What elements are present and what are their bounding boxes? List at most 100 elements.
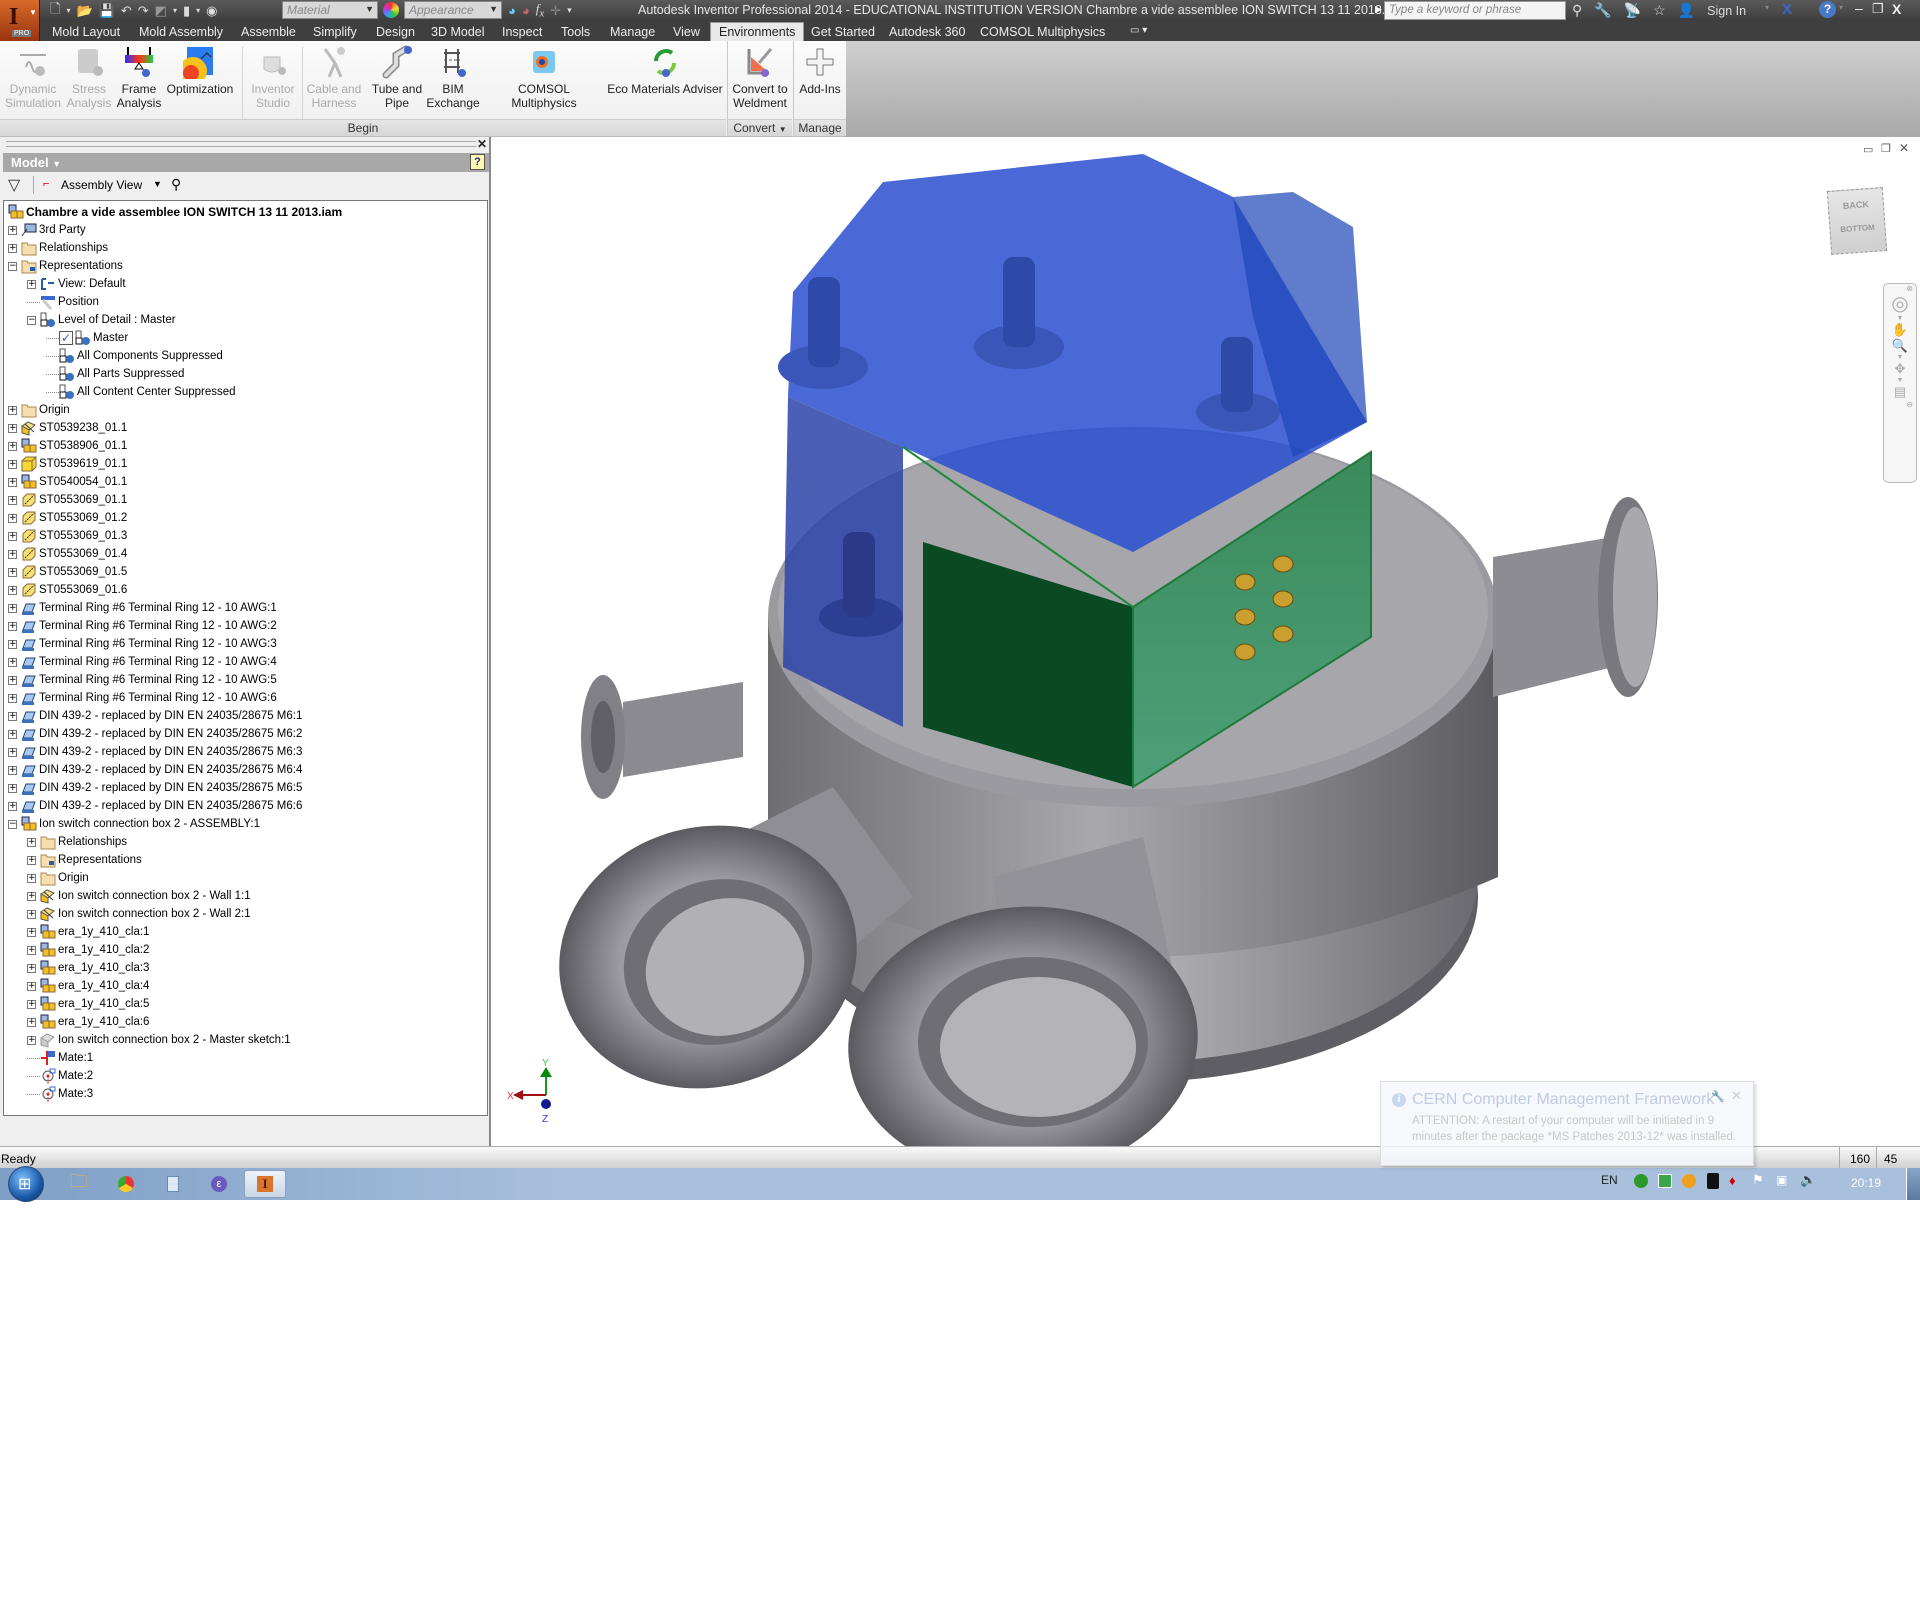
inventor-studio-button[interactable]: Inventor Studio <box>250 45 296 110</box>
tree-expand-toggle[interactable]: + <box>27 279 36 289</box>
customize-qat-icon[interactable]: ▾ <box>567 5 572 16</box>
tree-expand-toggle[interactable]: + <box>8 531 17 541</box>
communication-center-icon[interactable]: 📡 <box>1624 2 1641 19</box>
tree-expand-toggle[interactable]: + <box>8 765 17 775</box>
steering-wheel-icon[interactable]: ◎ <box>1884 293 1916 315</box>
subscription-key-icon[interactable]: 🔧 <box>1594 2 1611 19</box>
tree-item[interactable]: + Ion switch connection box 2 - Wall 2:1 <box>27 905 251 923</box>
chevron-down-icon[interactable]: ▼ <box>1884 377 1916 384</box>
tree-item[interactable]: + DIN 439-2 - replaced by DIN EN 24035/28… <box>8 743 302 761</box>
tree-expand-toggle[interactable]: + <box>8 495 17 505</box>
tree-item[interactable]: + Terminal Ring #6 Terminal Ring 12 - 10 … <box>8 617 277 635</box>
tree-expand-toggle[interactable]: + <box>27 873 36 883</box>
tree-item[interactable]: Mate:3 <box>27 1085 93 1103</box>
tab-get-started[interactable]: Get Started <box>811 23 875 41</box>
tree-expand-toggle[interactable]: + <box>8 477 17 487</box>
tree-item[interactable]: + Ion switch connection box 2 - Wall 1:1 <box>27 887 251 905</box>
chevron-down-icon[interactable]: ▾ <box>1839 3 1843 12</box>
tab-simplify[interactable]: Simplify <box>313 23 357 41</box>
tree-item[interactable]: Position <box>27 293 99 311</box>
tree-item[interactable]: + DIN 439-2 - replaced by DIN EN 24035/28… <box>8 725 302 743</box>
taskbar-emacs[interactable]: ε <box>204 1170 234 1198</box>
tree-item[interactable]: + Terminal Ring #6 Terminal Ring 12 - 10 … <box>8 635 277 653</box>
tree-expand-toggle[interactable]: + <box>27 963 36 973</box>
tab-view[interactable]: View <box>673 23 700 41</box>
ribbon-display-options-icon[interactable]: ▭ ▾ <box>1130 23 1147 41</box>
tree-item[interactable]: + View: Default <box>27 275 126 293</box>
tree-item[interactable]: +3rd Party <box>8 221 86 239</box>
tree-expand-toggle[interactable]: + <box>8 549 17 559</box>
cable-harness-button[interactable]: Cable and Harness <box>306 45 362 110</box>
close-window-icon[interactable]: X <box>1892 1 1901 17</box>
tree-item[interactable]: + DIN 439-2 - replaced by DIN EN 24035/28… <box>8 707 302 725</box>
restore-icon[interactable]: ❐ <box>1872 1 1884 17</box>
tree-expand-toggle[interactable]: + <box>8 405 17 415</box>
appearance-dropdown[interactable]: Appearance ▼ <box>404 1 502 19</box>
3d-model-render[interactable]: Y X Z <box>493 137 1920 1178</box>
document-restore-icon[interactable]: ❐ <box>1881 142 1891 155</box>
chevron-down-icon[interactable]: ▾ <box>66 6 70 15</box>
tree-item[interactable]: + DIN 439-2 - replaced by DIN EN 24035/28… <box>8 761 302 779</box>
checkmark-icon[interactable]: ✓ <box>59 331 73 345</box>
parameters-fx-icon[interactable]: fx <box>536 1 544 20</box>
new-file-icon[interactable]: 🗋 <box>50 0 60 22</box>
filter-icon[interactable]: ▽ <box>8 175 20 195</box>
tube-and-pipe-button[interactable]: Tube and Pipe <box>370 45 424 110</box>
tree-expand-toggle[interactable]: + <box>8 513 17 523</box>
chevron-down-icon[interactable]: ▾ <box>1765 3 1769 12</box>
tree-item[interactable]: All Components Suppressed <box>46 347 223 365</box>
find-binoculars-icon[interactable]: ⚲ <box>171 176 181 193</box>
tree-item[interactable]: + Relationships <box>27 833 127 851</box>
tree-item[interactable]: ✓ Master <box>46 329 128 347</box>
close-panel-icon[interactable]: ✕ <box>477 137 487 151</box>
graphics-viewport[interactable]: Y X Z <box>493 137 1920 1178</box>
tree-item[interactable]: + ST0553069_01.6 <box>8 581 127 599</box>
tree-item[interactable]: Mate:2 <box>27 1067 93 1085</box>
taskbar-calculator[interactable] <box>158 1170 188 1198</box>
tree-expand-toggle[interactable]: + <box>8 711 17 721</box>
orbit-icon[interactable]: ✥ <box>1884 361 1916 377</box>
tree-item[interactable]: + era_1y_410_cla:4 <box>27 977 149 995</box>
application-menu-button[interactable]: I ▼ PRO <box>0 0 40 41</box>
taskbar-chrome[interactable] <box>111 1170 141 1198</box>
add-ins-button[interactable]: Add-Ins <box>796 45 844 96</box>
tree-expand-toggle[interactable]: + <box>27 981 36 991</box>
tab-mold-layout[interactable]: Mold Layout <box>52 23 120 41</box>
tree-expand-toggle[interactable]: + <box>27 1017 36 1027</box>
tree-expand-toggle[interactable]: + <box>27 891 36 901</box>
update-icon[interactable]: ◩ <box>155 3 167 19</box>
minimize-icon[interactable]: – <box>1855 0 1863 16</box>
taskbar-explorer[interactable]: 🗀 <box>64 1170 94 1198</box>
frame-analysis-button[interactable]: Frame Analysis <box>116 45 162 110</box>
tree-item[interactable]: − Level of Detail : Master <box>27 311 176 329</box>
tree-item[interactable]: + ST0540054_01.1 <box>8 473 127 491</box>
document-minimize-icon[interactable]: ▭ <box>1863 143 1873 156</box>
tree-item[interactable]: + era_1y_410_cla:3 <box>27 959 149 977</box>
viewcube-face-bottom[interactable]: BOTTOM <box>1830 222 1884 235</box>
tree-item[interactable]: + ST0553069_01.1 <box>8 491 127 509</box>
security-tray-icon[interactable] <box>1658 1174 1672 1188</box>
settings-wrench-icon[interactable]: 🔧 <box>1711 1090 1725 1103</box>
viewcube-face-back[interactable]: BACK <box>1829 198 1884 212</box>
tree-collapse-toggle[interactable]: − <box>8 819 17 829</box>
tree-expand-toggle[interactable]: + <box>8 693 17 703</box>
tree-item[interactable]: + ST0553069_01.3 <box>8 527 127 545</box>
tab-3d-model[interactable]: 3D Model <box>431 23 485 41</box>
navbar-options-icon[interactable]: ⊖ <box>1884 400 1916 409</box>
close-navbar-icon[interactable]: ⊗ <box>1884 284 1916 293</box>
tree-expand-toggle[interactable]: + <box>8 423 17 433</box>
close-notification-icon[interactable]: ✕ <box>1731 1088 1742 1104</box>
tree-item[interactable]: All Parts Suppressed <box>46 365 184 383</box>
chevron-down-icon[interactable]: ▼ <box>153 179 162 189</box>
tree-item[interactable]: + Origin <box>8 401 70 419</box>
tab-autodesk-360[interactable]: Autodesk 360 <box>889 23 965 41</box>
document-close-icon[interactable]: ✕ <box>1899 141 1909 155</box>
tree-expand-toggle[interactable]: + <box>27 855 36 865</box>
chevron-down-icon[interactable]: ▼ <box>1884 354 1916 361</box>
network-tray-icon[interactable]: ▣ <box>1776 1173 1787 1187</box>
tree-item[interactable]: − Ion switch connection box 2 - ASSEMBLY:… <box>8 815 260 833</box>
tree-item[interactable]: + Ion switch connection box 2 - Master sk… <box>27 1031 291 1049</box>
chevron-down-icon[interactable]: ▾ <box>173 6 177 15</box>
undo-icon[interactable]: ↶ <box>121 3 132 19</box>
tree-item[interactable]: + ST0553069_01.5 <box>8 563 127 581</box>
